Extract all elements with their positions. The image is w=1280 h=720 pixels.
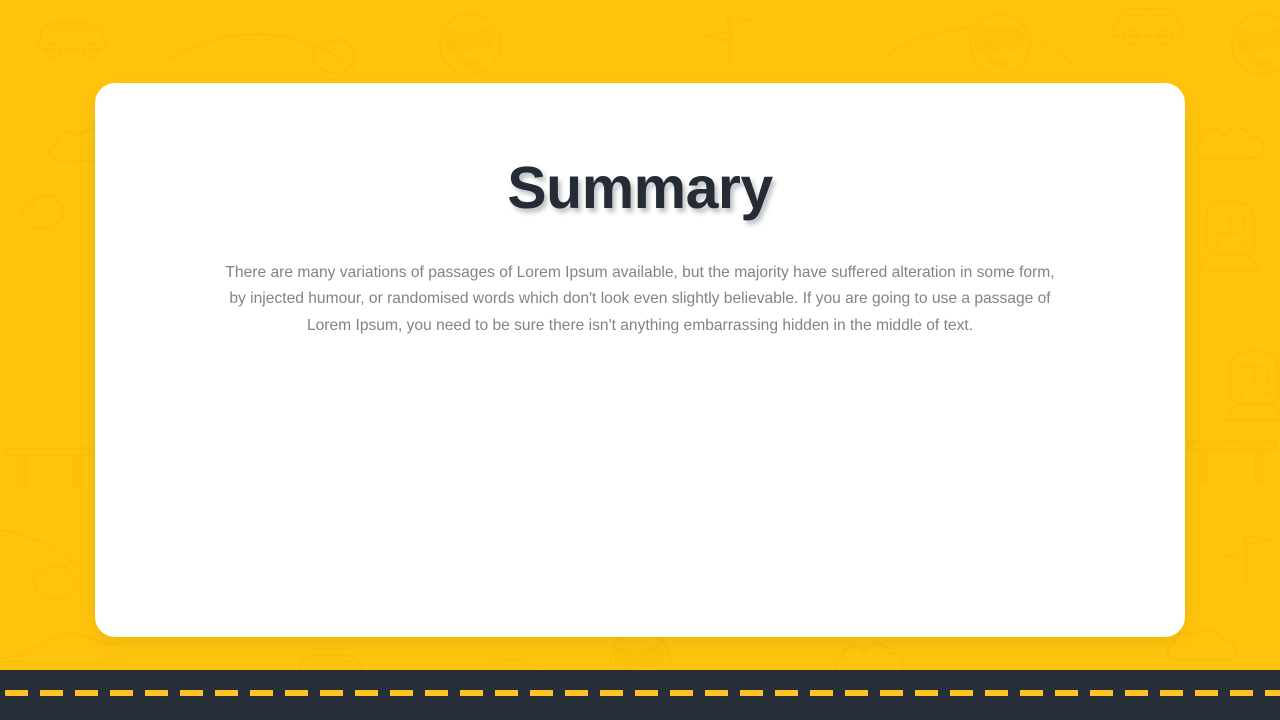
content-card: Summary There are many variations of pas… [95, 83, 1185, 637]
road-dashes-icon [5, 690, 1280, 696]
body-paragraph: There are many variations of passages of… [225, 264, 1055, 334]
presentation-slide: Summary There are many variations of pas… [0, 0, 1280, 720]
page-title: Summary [507, 155, 773, 221]
road-strip [0, 670, 1280, 720]
